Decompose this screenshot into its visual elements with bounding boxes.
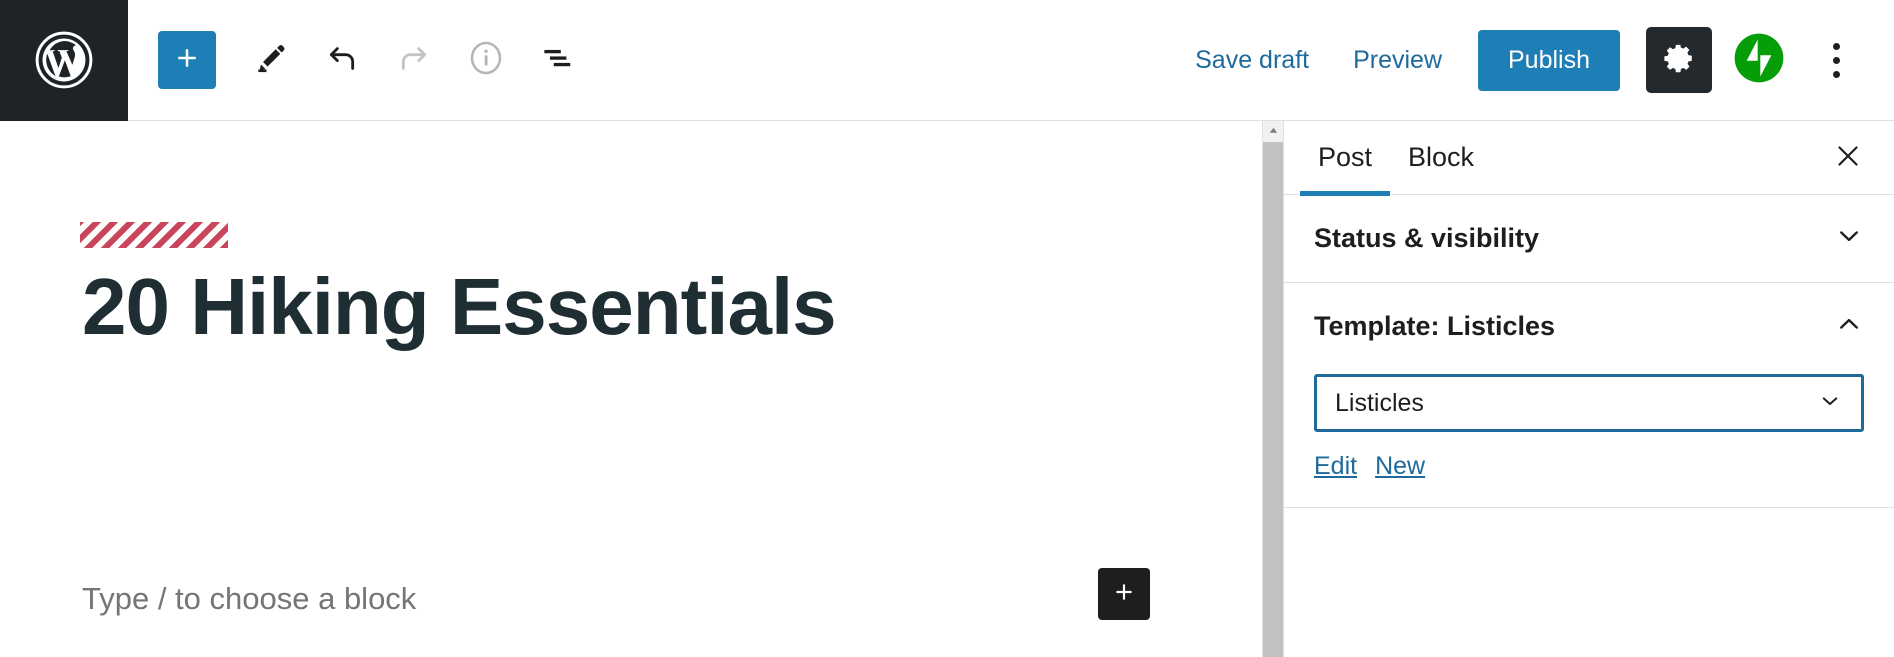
panel-status-visibility: Status & visibility <box>1284 195 1894 283</box>
settings-button[interactable] <box>1646 27 1712 93</box>
wordpress-logo-button[interactable] <box>0 0 128 121</box>
panel-template-header[interactable]: Template: Listicles <box>1284 283 1894 370</box>
panel-template: Template: Listicles Listicles Edit New <box>1284 283 1894 508</box>
toolbar-left-group <box>128 0 594 120</box>
template-select-value: Listicles <box>1335 388 1424 417</box>
preview-button[interactable]: Preview <box>1331 32 1464 89</box>
wordpress-block-editor: Save draft Preview Publish 20 Hiking Ess… <box>0 0 1894 657</box>
close-sidebar-button[interactable] <box>1824 134 1872 182</box>
kebab-dot-icon <box>1832 70 1840 78</box>
undo-button[interactable] <box>306 24 378 96</box>
scrollbar-up-arrow[interactable] <box>1263 121 1284 142</box>
jetpack-button[interactable] <box>1726 27 1792 93</box>
panel-template-title: Template: Listicles <box>1314 311 1556 341</box>
list-view-icon <box>537 37 579 84</box>
editor-toolbar: Save draft Preview Publish <box>0 0 1894 121</box>
template-edit-link[interactable]: Edit <box>1314 452 1357 481</box>
edit-mode-button[interactable] <box>234 24 306 96</box>
scrollbar-thumb[interactable] <box>1263 142 1284 657</box>
wordpress-logo-icon <box>33 29 95 91</box>
plus-icon <box>172 43 202 78</box>
chevron-down-icon <box>1817 388 1843 419</box>
redacted-content-block <box>80 222 228 248</box>
options-button[interactable] <box>1806 27 1866 93</box>
inline-add-block-button[interactable] <box>1098 568 1150 620</box>
kebab-dot-icon <box>1832 42 1840 50</box>
panel-status-visibility-title: Status & visibility <box>1314 223 1540 253</box>
publish-button[interactable]: Publish <box>1478 29 1620 91</box>
redo-icon <box>394 38 434 83</box>
pencil-icon <box>251 39 289 82</box>
jetpack-icon <box>1733 32 1785 89</box>
add-block-button[interactable] <box>158 31 216 89</box>
panel-template-body: Listicles Edit New <box>1284 370 1894 507</box>
editor-canvas[interactable]: 20 Hiking Essentials Type / to choose a … <box>0 121 1262 657</box>
redo-button[interactable] <box>378 24 450 96</box>
chevron-up-icon <box>1268 123 1279 141</box>
chevron-up-icon <box>1834 309 1864 344</box>
info-icon <box>466 38 506 83</box>
close-icon <box>1833 141 1863 174</box>
plus-icon <box>1111 579 1137 610</box>
block-placeholder-row[interactable]: Type / to choose a block <box>82 569 1182 629</box>
kebab-dot-icon <box>1832 56 1840 64</box>
template-actions: Edit New <box>1314 452 1864 481</box>
gear-icon <box>1662 41 1696 80</box>
editor-scrollbar[interactable] <box>1262 121 1284 657</box>
block-placeholder-text: Type / to choose a block <box>82 581 417 616</box>
template-select[interactable]: Listicles <box>1314 374 1864 432</box>
tab-post[interactable]: Post <box>1300 120 1391 196</box>
template-new-link[interactable]: New <box>1375 452 1425 481</box>
settings-sidebar: Post Block Status & visibility Template:… <box>1283 121 1894 657</box>
details-button[interactable] <box>450 24 522 96</box>
toolbar-right-group: Save draft Preview Publish <box>1173 0 1894 120</box>
undo-icon <box>322 38 362 83</box>
sidebar-tab-bar: Post Block <box>1284 120 1894 196</box>
panel-status-visibility-header[interactable]: Status & visibility <box>1284 195 1894 282</box>
list-view-button[interactable] <box>522 24 594 96</box>
save-draft-button[interactable]: Save draft <box>1173 32 1331 89</box>
tab-block[interactable]: Block <box>1390 120 1492 195</box>
chevron-down-icon <box>1834 221 1864 256</box>
post-title[interactable]: 20 Hiking Essentials <box>82 261 837 353</box>
